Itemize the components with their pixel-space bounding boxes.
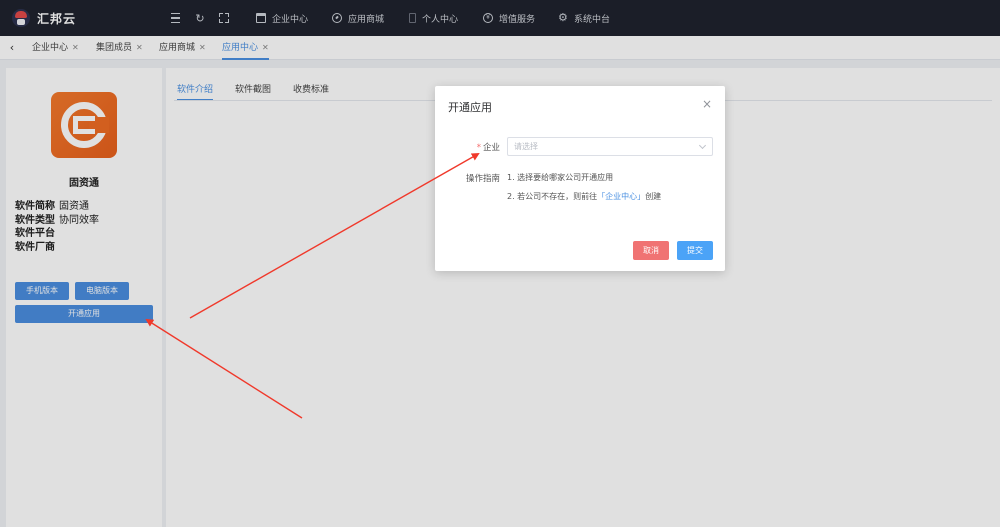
chevron-down-icon [698,141,707,150]
enterprise-center-link[interactable]: 「企业中心」 [597,192,645,201]
select-placeholder: 请选择 [514,142,538,151]
label-text: 企业 [482,143,500,153]
close-icon[interactable]: × [701,98,713,110]
guide-text: 2. 若公司不存在，则前往 [507,192,598,201]
required-marker: * [476,143,481,153]
guide-text: 创建 [645,192,662,201]
dialog-title: 开通应用 [448,101,492,114]
open-app-dialog: 开通应用 × * 企业 请选择 操作指南 1. 选择要给哪家公司开通应用 2. 若… [435,86,725,271]
submit-button[interactable]: 提交 [677,241,713,260]
company-field-label: * 企业 [465,141,500,153]
company-select[interactable]: 请选择 [507,137,713,156]
guide-step-1: 1. 选择要给哪家公司开通应用 [507,173,614,182]
cancel-button[interactable]: 取消 [633,241,669,260]
guide-label: 操作指南 [465,174,500,184]
guide-step-2: 2. 若公司不存在，则前往「企业中心」创建 [507,191,661,202]
